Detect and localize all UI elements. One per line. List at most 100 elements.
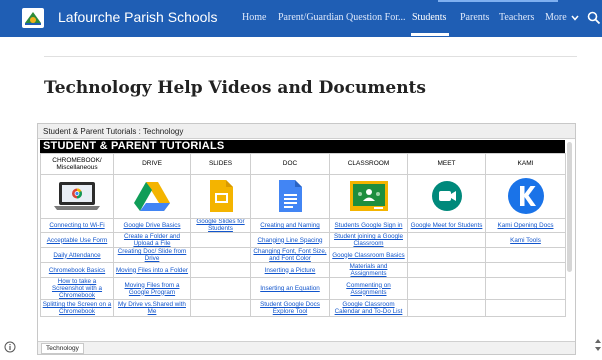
sheet-title: STUDENT & PARENT TUTORIALS (40, 140, 565, 153)
tutorial-link[interactable]: My Drive vs.Shared with Me (118, 301, 186, 315)
column-header: DOC (250, 153, 330, 175)
tutorial-link[interactable]: Connecting to Wi-Fi (49, 222, 104, 229)
table-cell[interactable]: Connecting to Wi-Fi (40, 218, 114, 233)
site-title[interactable]: Lafourche Parish Schools (58, 9, 218, 25)
tutorial-link[interactable]: Changing Font, Font Size, and Font Color (253, 249, 326, 262)
sheet-tab-technology[interactable]: Technology (41, 343, 84, 354)
sheet-vertical-scrollbar[interactable] (567, 142, 572, 272)
embedded-spreadsheet[interactable]: Student & Parent Tutorials : Technology … (37, 123, 576, 355)
tutorial-link[interactable]: Chromebook Basics (49, 267, 105, 274)
tutorial-link[interactable]: Creating Doc/ Slide from Drive (118, 249, 187, 262)
tutorial-link[interactable]: Google Slides for Students (196, 220, 244, 232)
icon-cell (40, 174, 114, 219)
table-cell (485, 277, 566, 300)
tutorial-link[interactable]: Google Classroom Basics (332, 252, 404, 259)
table-cell[interactable]: Google Classroom Basics (329, 247, 408, 263)
table-cell[interactable]: Google Slides for Students (190, 218, 251, 233)
active-tab-indicator (411, 33, 449, 36)
table-cell[interactable]: My Drive vs.Shared with Me (113, 299, 191, 317)
table-cell[interactable]: Daily Attendance (40, 247, 114, 263)
tutorial-link[interactable]: Daily Attendance (53, 252, 100, 259)
info-icon[interactable] (4, 341, 16, 353)
tutorial-link[interactable]: Student Google Docs Explore Tool (260, 301, 320, 315)
tutorial-link[interactable]: Changing Line Spacing (257, 237, 322, 244)
chromebook-icon (54, 181, 100, 210)
column-header: MEET (407, 153, 486, 175)
google-meet-icon (431, 180, 462, 211)
nav-parents[interactable]: Parents (460, 12, 489, 23)
google-slides-icon (209, 179, 233, 212)
icon-cell (190, 174, 251, 219)
tutorial-link[interactable]: Commenting on Assignments (346, 282, 390, 296)
table-cell[interactable]: Changing Line Spacing (250, 232, 330, 248)
tutorial-link[interactable]: Creating and Naming (260, 222, 320, 229)
table-cell[interactable]: Inserting a Picture (250, 262, 330, 278)
top-accent-line (438, 0, 558, 2)
tutorial-link[interactable]: Kami Opening Docs (498, 222, 554, 229)
table-cell (485, 247, 566, 263)
table-cell[interactable]: Materials and Assignments (329, 262, 408, 278)
nav-home[interactable]: Home (242, 12, 266, 23)
nav-students[interactable]: Students (412, 12, 446, 23)
table-cell (485, 262, 566, 278)
table-cell (190, 232, 251, 248)
table-cell[interactable]: Students Google Sign in (329, 218, 408, 233)
nav-teachers[interactable]: Teachers (499, 12, 534, 23)
table-cell (485, 299, 566, 317)
table-cell[interactable]: Creating and Naming (250, 218, 330, 233)
table-cell[interactable]: Chromebook Basics (40, 262, 114, 278)
search-icon[interactable] (587, 11, 601, 25)
nav-parent-guardian-question-form[interactable]: Parent/Guardian Question For... (278, 12, 405, 23)
tutorial-link[interactable]: Kami Tools (510, 237, 541, 244)
table-cell[interactable]: Moving Files into a Folder (113, 262, 191, 278)
column-header: KAMI (485, 153, 566, 175)
table-cell[interactable]: Splitting the Screen on a Chromebook (40, 299, 114, 317)
tutorials-table: CHROMEBOOK/ Miscellaneous DRIVE SLIDES D… (40, 153, 566, 317)
tutorial-link[interactable]: Google Classroom Calendar and To-Do List (335, 301, 403, 315)
table-cell (407, 232, 486, 248)
tutorial-link[interactable]: Inserting a Picture (265, 267, 316, 274)
table-cell[interactable]: Creating Doc/ Slide from Drive (113, 247, 191, 263)
tutorial-link[interactable]: Splitting the Screen on a Chromebook (43, 301, 112, 315)
table-cell (190, 277, 251, 300)
district-logo-icon[interactable] (22, 8, 44, 28)
tutorial-link[interactable]: Students Google Sign in (335, 222, 403, 229)
tutorial-link[interactable]: Student joining a Google Classroom (334, 234, 403, 247)
sheet-tabs-bar: Technology (38, 341, 575, 354)
table-cell[interactable]: Google Drive Basics (113, 218, 191, 233)
tutorial-link[interactable]: Moving Files into a Folder (116, 267, 188, 274)
column-header: SLIDES (190, 153, 251, 175)
table-cell[interactable]: Kami Tools (485, 232, 566, 248)
table-cell[interactable]: How to take a Screenshot with a Chromebo… (40, 277, 114, 300)
tutorial-link[interactable]: How to take a Screenshot with a Chromebo… (52, 279, 102, 299)
table-cell[interactable]: Google Classroom Calendar and To-Do List (329, 299, 408, 317)
tutorial-link[interactable]: Inserting an Equation (260, 285, 320, 292)
table-cell[interactable]: Student joining a Google Classroom (329, 232, 408, 248)
column-header-row: CHROMEBOOK/ Miscellaneous DRIVE SLIDES D… (40, 153, 566, 175)
google-drive-icon (134, 181, 170, 211)
icon-cell (113, 174, 191, 219)
tutorial-link[interactable]: Acceptable Use Form (47, 237, 108, 244)
tutorial-link[interactable]: Materials and Assignments (350, 264, 388, 277)
tutorial-link[interactable]: Create a Folder and Upload a File (124, 234, 180, 247)
table-cell[interactable]: Google Meet for Students (407, 218, 486, 233)
table-cell[interactable]: Commenting on Assignments (329, 277, 408, 300)
table-cell[interactable]: Changing Font, Font Size, and Font Color (250, 247, 330, 263)
table-cell[interactable]: Inserting an Equation (250, 277, 330, 300)
table-row: Acceptable Use Form Create a Folder and … (40, 232, 566, 248)
tutorial-link[interactable]: Google Drive Basics (123, 222, 180, 229)
tutorial-link[interactable]: Moving Files from a Google Program (125, 282, 180, 296)
table-cell[interactable]: Create a Folder and Upload a File (113, 232, 191, 248)
table-cell[interactable]: Moving Files from a Google Program (113, 277, 191, 300)
table-cell (407, 277, 486, 300)
table-row: Splitting the Screen on a Chromebook My … (40, 299, 566, 317)
table-cell[interactable]: Acceptable Use Form (40, 232, 114, 248)
table-cell[interactable]: Student Google Docs Explore Tool (250, 299, 330, 317)
nav-more-menu[interactable]: More (545, 12, 579, 23)
table-row: Daily Attendance Creating Doc/ Slide fro… (40, 247, 566, 263)
tutorial-link[interactable]: Google Meet for Students (411, 222, 483, 229)
table-row: How to take a Screenshot with a Chromebo… (40, 277, 566, 300)
icon-cell (329, 174, 408, 219)
scroll-arrows-icon[interactable] (594, 337, 602, 353)
table-cell[interactable]: Kami Opening Docs (485, 218, 566, 233)
